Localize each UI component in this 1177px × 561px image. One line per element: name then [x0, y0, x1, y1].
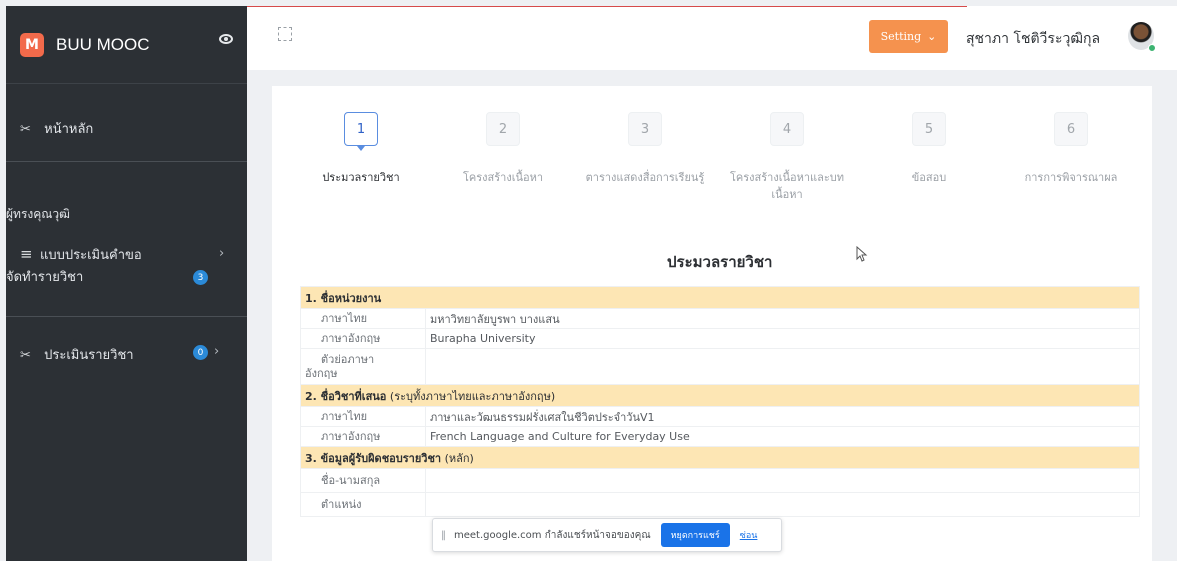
- sidebar: M BUU MOOC ✂ หน้าหลัก ผู้ทรงคุณวุฒิ ≡ แบบ…: [6, 6, 247, 561]
- step-1[interactable]: 1: [344, 112, 378, 151]
- step-number: 1: [344, 112, 378, 146]
- count-badge: 3: [193, 270, 208, 285]
- step-6[interactable]: 6: [1054, 112, 1088, 146]
- step-number: 2: [486, 112, 520, 146]
- drag-handle-icon[interactable]: ‖: [441, 530, 446, 541]
- chevron-right-icon: ›: [214, 344, 220, 359]
- step-number: 4: [770, 112, 804, 146]
- scissors-icon: ✂: [20, 122, 31, 137]
- sidebar-item-course-evaluation[interactable]: ✂ ประเมินรายวิชา 0 ›: [6, 344, 247, 365]
- sidebar-header: M BUU MOOC: [6, 6, 247, 84]
- step-4[interactable]: 4: [770, 112, 804, 146]
- setting-button[interactable]: Setting ⌄: [869, 20, 948, 53]
- step-active-pointer: [357, 146, 365, 151]
- brand-name[interactable]: BUU MOOC: [56, 35, 150, 55]
- screen-share-bar: ‖ meet.google.com กำลังแชร์หน้าจอของคุณ …: [432, 518, 782, 552]
- menu-icon: ≡: [20, 245, 33, 263]
- step-2[interactable]: 2: [486, 112, 520, 146]
- user-name[interactable]: สุชาภา โชติวีระวุฒิกุล: [966, 28, 1100, 50]
- step-label[interactable]: ประมวลรายวิชา: [306, 169, 416, 186]
- sidebar-divider: [6, 161, 247, 162]
- count-badge: 0: [193, 345, 208, 360]
- table-section-header: 2. ชื่อวิชาที่เสนอ (ระบุทั้งภาษาไทยและภา…: [300, 384, 1140, 407]
- fullscreen-icon[interactable]: [278, 27, 292, 41]
- step-3[interactable]: 3: [628, 112, 662, 146]
- table-row: ตัวย่อภาษา อังกฤษ: [300, 348, 1140, 385]
- step-label[interactable]: โครงสร้างเนื้อหาและบท เนื้อหา: [715, 169, 859, 203]
- table-section-header: 1. ชื่อหน่วยงาน: [300, 286, 1140, 309]
- step-label[interactable]: การการพิจารณาผล: [1007, 169, 1135, 186]
- sidebar-item-label: ประเมินรายวิชา: [44, 348, 134, 363]
- table-row: ตำแหน่ง: [300, 492, 1140, 517]
- main-card: 1 ประมวลรายวิชา 2 โครงสร้างเนื้อหา 3 ตาร…: [272, 86, 1152, 561]
- sidebar-item-request-evaluation[interactable]: ≡ แบบประเมินคำขอ จัดทำรายวิชา 3 ›: [6, 243, 247, 289]
- online-status-icon: [1148, 44, 1156, 52]
- table-row: ชื่อ-นามสกุล: [300, 468, 1140, 493]
- step-5[interactable]: 5: [912, 112, 946, 146]
- top-accent-line: [247, 6, 967, 7]
- stop-sharing-button[interactable]: หยุดการแชร์: [660, 523, 730, 547]
- hide-link[interactable]: ซ่อน: [740, 528, 758, 542]
- top-bar: Setting ⌄ สุชาภา โชติวีระวุฒิกุล: [247, 6, 1177, 70]
- sidebar-item-label-line2: จัดทำรายวิชา: [6, 270, 84, 285]
- step-number: 6: [1054, 112, 1088, 146]
- sidebar-item-home[interactable]: ✂ หน้าหลัก: [6, 118, 247, 139]
- table-section-header: 3. ข้อมูลผู้รับผิดชอบรายวิชา (หลัก): [300, 446, 1140, 469]
- scissors-icon: ✂: [20, 348, 31, 363]
- chevron-down-icon: ⌄: [927, 30, 937, 43]
- table-row: ภาษาอังกฤษ Burapha University: [300, 328, 1140, 349]
- table-row: ภาษาไทย มหาวิทยาลัยบูรพา บางแสน: [300, 308, 1140, 329]
- sidebar-section-title: ผู้ทรงคุณวุฒิ: [6, 207, 70, 221]
- step-label[interactable]: ตารางแสดงสื่อการเรียนรู้: [577, 169, 713, 186]
- page-title: ประมวลรายวิชา: [667, 253, 773, 271]
- step-label[interactable]: ข้อสอบ: [884, 169, 974, 186]
- chevron-right-icon: ›: [219, 246, 225, 261]
- logo-icon: M: [20, 32, 44, 57]
- table-row: ภาษาไทย ภาษาและวัฒนธรรมฝรั่งเศสในชีวิตปร…: [300, 406, 1140, 427]
- share-status-text: meet.google.com กำลังแชร์หน้าจอของคุณ: [454, 529, 651, 541]
- sidebar-item-label: หน้าหลัก: [44, 122, 94, 137]
- sidebar-item-label-line1: แบบประเมินคำขอ: [40, 248, 142, 263]
- step-number: 3: [628, 112, 662, 146]
- course-info-table: 1. ชื่อหน่วยงาน ภาษาไทย มหาวิทยาลัยบูรพา…: [300, 286, 1140, 517]
- step-label[interactable]: โครงสร้างเนื้อหา: [448, 169, 558, 186]
- mouse-cursor-icon: [856, 246, 868, 262]
- sidebar-divider: [6, 316, 247, 317]
- eye-toggle-icon[interactable]: [219, 34, 233, 44]
- table-row: ภาษาอังกฤษ French Language and Culture f…: [300, 426, 1140, 447]
- step-number: 5: [912, 112, 946, 146]
